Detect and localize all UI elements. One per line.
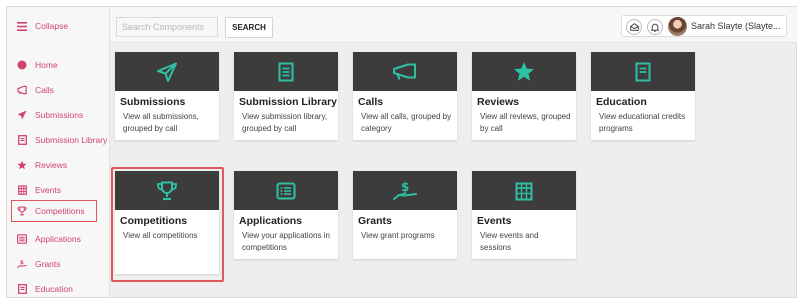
library-icon [278, 62, 294, 81]
card-banner [472, 52, 576, 91]
app-frame: Collapse Home Calls Submissions Submissi [6, 6, 797, 298]
application-list-icon [276, 182, 296, 199]
card-education[interactable]: Education View educational credits progr… [591, 52, 695, 140]
sidebar-collapse-label: Collapse [35, 21, 69, 31]
card-competitions[interactable]: Competitions View all competitions [115, 171, 219, 274]
card-description: View grant programs [361, 231, 435, 240]
card-description: View events and sessions [480, 231, 539, 252]
calendar-icon [515, 182, 533, 200]
card-applications[interactable]: Applications View your applications in c… [234, 171, 338, 259]
sidebar-item-grants[interactable]: $ Grants [7, 254, 110, 274]
megaphone-icon [393, 63, 416, 80]
user-name: Sarah Slayte (Slayte... [691, 21, 781, 31]
card-banner [115, 52, 219, 91]
sidebar-item-label: Applications [35, 234, 81, 244]
card-reviews[interactable]: Reviews View all reviews, grouped by cal… [472, 52, 576, 140]
card-banner [591, 52, 695, 91]
card-description: View all calls, grouped by category [361, 112, 452, 133]
sidebar-item-submissions[interactable]: Submissions [7, 105, 110, 125]
card-title: Education [596, 96, 647, 108]
home-dot-icon [17, 60, 27, 70]
sidebar-item-label: Home [35, 60, 58, 70]
sidebar-item-label: Submission Library [35, 135, 108, 145]
card-banner [234, 52, 338, 91]
grant-hand-icon: $ [393, 180, 417, 200]
card-submission-library[interactable]: Submission Library View submission libra… [234, 52, 338, 140]
star-icon [514, 62, 534, 81]
sidebar-item-reviews[interactable]: Reviews [7, 155, 110, 175]
card-banner: $ [353, 171, 457, 210]
library-icon [17, 135, 27, 145]
card-title: Reviews [477, 96, 520, 108]
sidebar-item-label: Submissions [35, 110, 84, 120]
inbox-icon[interactable] [626, 19, 642, 35]
book-icon [17, 284, 27, 294]
sidebar-item-label: Calls [35, 85, 54, 95]
sidebar-item-label: Competitions [35, 206, 85, 216]
card-banner [234, 171, 338, 210]
grant-hand-icon: $ [17, 259, 27, 269]
card-title: Grants [358, 215, 392, 227]
paper-plane-icon [157, 62, 177, 82]
card-description: View all reviews, grouped by call [480, 112, 571, 133]
user-menu[interactable]: Sarah Slayte (Slayte... [621, 15, 787, 37]
card-banner [115, 171, 219, 210]
paper-plane-icon [17, 110, 27, 120]
card-description: View your applications in competitions [242, 231, 330, 252]
card-description: View all competitions [123, 231, 198, 240]
sidebar-item-events[interactable]: Events [7, 180, 110, 200]
card-events[interactable]: Events View events and sessions [472, 171, 576, 259]
card-title: Competitions [120, 215, 188, 227]
calendar-icon [17, 185, 27, 195]
card-title: Submissions [120, 96, 186, 108]
card-description: View all submissions, grouped by call [123, 112, 199, 133]
sidebar-item-label: Reviews [35, 160, 68, 170]
card-description: View submission library, grouped by call [242, 112, 328, 133]
card-banner [353, 52, 457, 91]
application-list-icon [17, 234, 27, 244]
trophy-icon [157, 181, 177, 200]
card-title: Submission Library [239, 96, 338, 108]
card-title: Calls [358, 96, 384, 108]
card-calls[interactable]: Calls View all calls, grouped by categor… [353, 52, 457, 140]
star-icon [17, 160, 27, 170]
svg-text:$: $ [401, 180, 409, 194]
search-input[interactable] [116, 17, 218, 37]
card-title: Events [477, 215, 512, 227]
trophy-icon [17, 206, 27, 216]
megaphone-icon [17, 85, 27, 95]
sidebar-item-label: Grants [35, 259, 61, 269]
sidebar-item-label: Education [35, 284, 73, 294]
sidebar-collapse-button[interactable]: Collapse [7, 16, 110, 36]
top-bar: SEARCH Sarah Slayte (Slayte... [110, 7, 797, 43]
hamburger-menu-icon [17, 21, 27, 31]
sidebar-item-calls[interactable]: Calls [7, 80, 110, 100]
sidebar-item-applications[interactable]: Applications [7, 229, 110, 249]
search-button[interactable]: SEARCH [225, 17, 273, 38]
bell-icon[interactable] [647, 19, 663, 35]
card-banner [472, 171, 576, 210]
card-title: Applications [239, 215, 303, 227]
sidebar-item-submission-library[interactable]: Submission Library [7, 130, 110, 150]
sidebar-item-education[interactable]: Education [7, 279, 110, 299]
card-description: View educational credits programs [599, 112, 686, 133]
card-grants[interactable]: $ Grants View grant programs [353, 171, 457, 259]
sidebar-item-label: Events [35, 185, 61, 195]
sidebar-item-competitions[interactable]: Competitions [11, 200, 97, 222]
book-icon [635, 62, 651, 81]
card-submissions[interactable]: Submissions View all submissions, groupe… [115, 52, 219, 140]
sidebar: Collapse Home Calls Submissions Submissi [7, 7, 110, 297]
avatar[interactable] [668, 17, 687, 36]
sidebar-item-home[interactable]: Home [7, 55, 110, 75]
svg-text:$: $ [20, 260, 24, 266]
